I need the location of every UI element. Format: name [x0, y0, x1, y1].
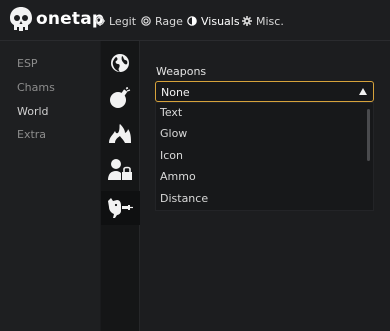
weapons-dropdown-list: Text Glow Icon Ammo Distance [155, 102, 374, 211]
tab-legit-label: Legit [109, 14, 137, 28]
dropdown-option-ammo[interactable]: Ammo [160, 170, 196, 183]
dropdown-option-icon[interactable]: Icon [160, 149, 183, 162]
dropdown-option-glow[interactable]: Glow [160, 127, 187, 140]
icon-column [101, 41, 140, 331]
sidebar: ESP Chams World Extra [0, 41, 100, 331]
globe-icon [111, 54, 129, 72]
chevron-up-icon [359, 88, 367, 95]
icon-tab-fire[interactable] [101, 117, 139, 151]
user-lock-icon [108, 159, 132, 180]
top-bar: onetap Legit Rage Visuals Misc. [0, 0, 390, 41]
grenade-icon [110, 87, 131, 108]
dropdown-option-distance[interactable]: Distance [160, 192, 208, 205]
tab-misc[interactable]: Misc. [242, 13, 284, 29]
weapons-select-value: None [161, 86, 190, 99]
tab-visuals[interactable]: Visuals [187, 13, 240, 29]
crosshair-icon [95, 16, 105, 26]
sidebar-item-extra[interactable]: Extra [17, 128, 46, 141]
tab-rage-label: Rage [155, 14, 183, 28]
dropdown-option-text[interactable]: Text [160, 106, 182, 119]
tab-misc-label: Misc. [256, 14, 284, 28]
sidebar-item-world[interactable]: World [17, 105, 49, 118]
contrast-icon [187, 16, 197, 26]
icon-tab-grenade[interactable] [101, 81, 139, 115]
target-icon [141, 16, 151, 26]
icon-tab-user-lock[interactable] [101, 153, 139, 187]
sidebar-item-chams[interactable]: Chams [17, 81, 55, 94]
dropdown-scrollbar[interactable] [367, 109, 370, 161]
tab-visuals-label: Visuals [201, 14, 240, 28]
icon-tab-globe[interactable] [101, 46, 139, 80]
tab-legit[interactable]: Legit [95, 13, 136, 29]
fire-icon [109, 124, 131, 143]
dog-ray-icon [108, 198, 133, 218]
weapons-select[interactable]: None [155, 81, 374, 102]
icon-tab-dog-ray[interactable] [101, 191, 140, 225]
sidebar-item-esp[interactable]: ESP [17, 57, 38, 70]
gear-icon [242, 16, 252, 26]
tab-rage[interactable]: Rage [141, 13, 183, 29]
skull-logo-icon [10, 7, 32, 31]
weapons-label: Weapons [156, 65, 207, 78]
